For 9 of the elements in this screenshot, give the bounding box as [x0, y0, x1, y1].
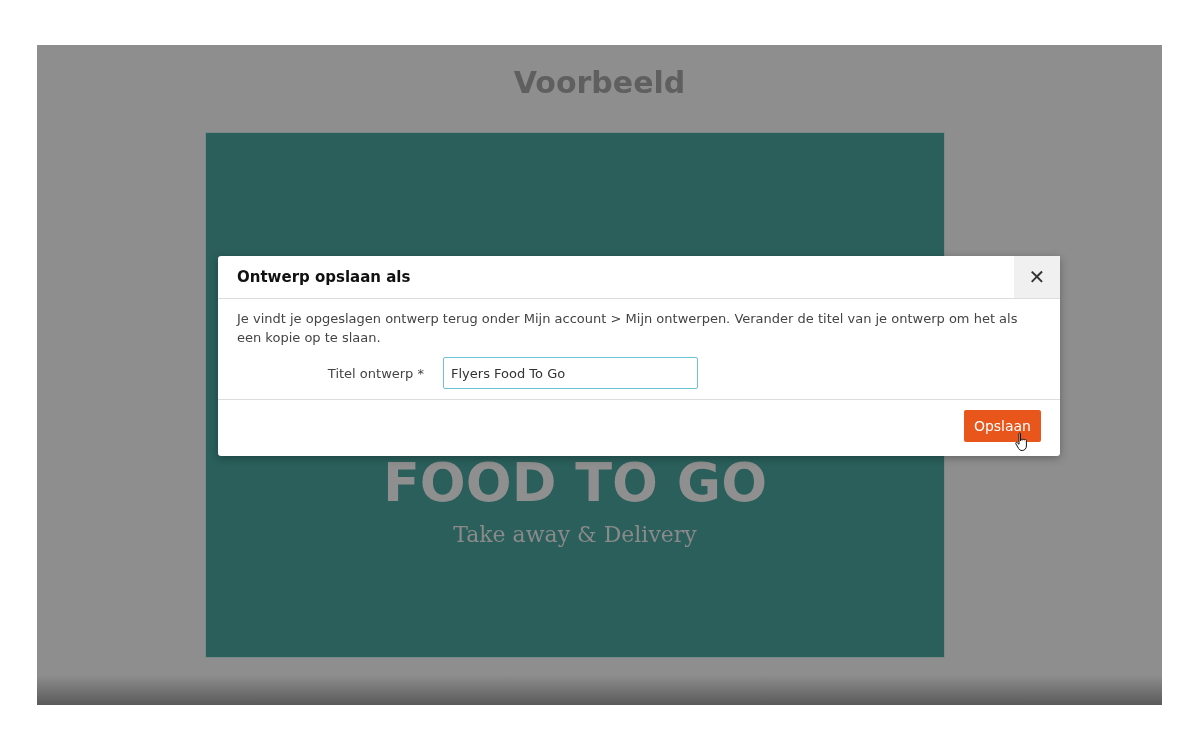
- dialog-message: Je vindt je opgeslagen ontwerp terug onder Mijn account > Mijn ontwerpen. Verander de titel van je ontwerp om het als een kopie op te slaan.: [237, 310, 1019, 347]
- dialog-title: Ontwerp opslaan als: [237, 268, 411, 286]
- title-input-field[interactable]: Flyers Food To Go: [443, 357, 698, 389]
- flyer-headline: FOOD TO GO: [382, 451, 768, 514]
- hand-pointer-icon: [1014, 432, 1030, 452]
- save-button[interactable]: Opslaan: [963, 410, 1041, 442]
- flyer-tagline: Take away & Delivery: [453, 522, 697, 547]
- field-label: Titel ontwerp *: [326, 365, 425, 381]
- close-button[interactable]: ✕: [1014, 256, 1060, 298]
